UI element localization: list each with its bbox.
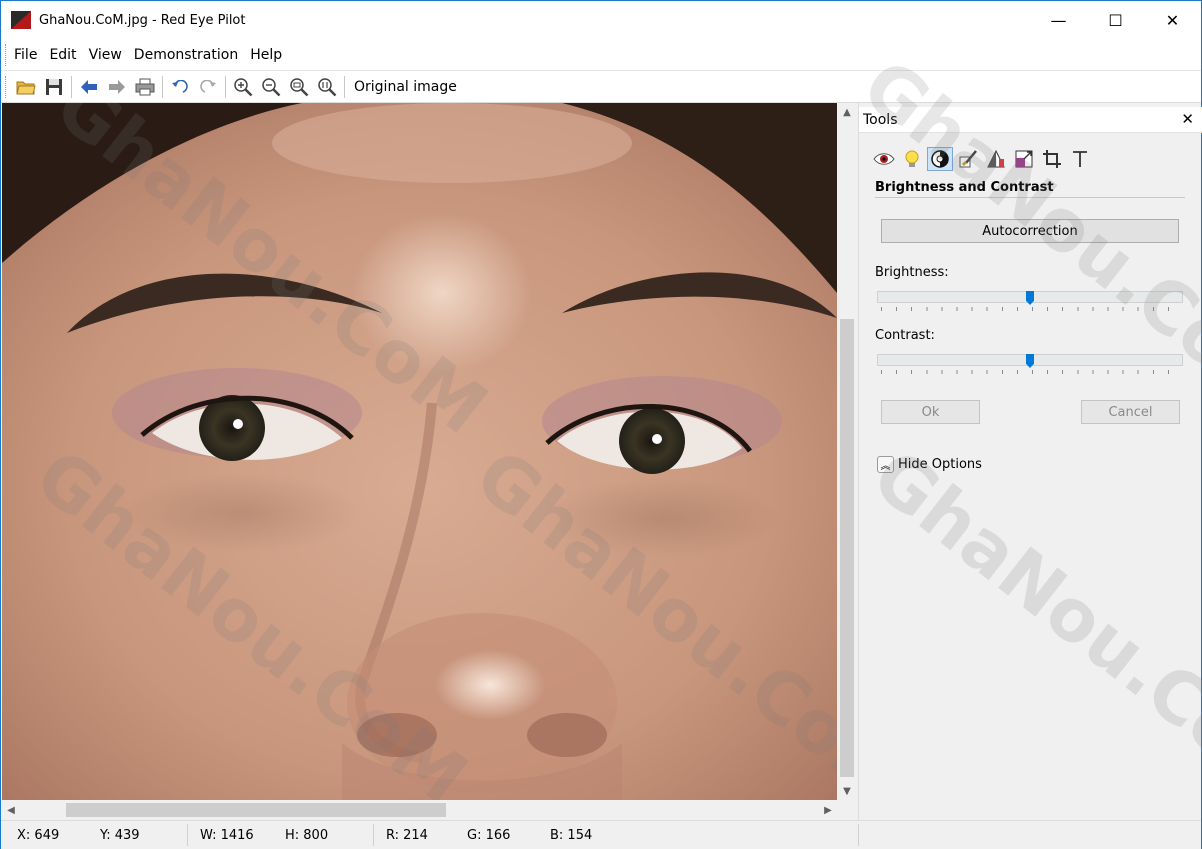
toolbar-separator [344, 75, 345, 98]
tools-panel-header: Tools ✕ [859, 107, 1202, 133]
status-red-value: R: 214 [386, 828, 428, 843]
status-bar: X: 649 Y: 439 W: 1416 H: 800 R: 214 G: 1… [1, 820, 1201, 849]
vertical-scroll-thumb[interactable] [840, 319, 854, 777]
vertical-scrollbar[interactable]: ▲ ▼ [837, 103, 857, 800]
scroll-down-icon[interactable]: ▼ [837, 782, 857, 800]
scrollbar-corner [837, 800, 857, 820]
status-green-value: G: 166 [467, 828, 511, 843]
zoom-in-icon[interactable] [229, 74, 257, 100]
scroll-left-icon[interactable]: ◀ [2, 800, 20, 820]
menu-edit[interactable]: Edit [43, 39, 82, 71]
status-separator [373, 824, 374, 846]
contrast-label: Contrast: [875, 328, 935, 343]
forward-arrow-icon[interactable] [103, 74, 131, 100]
retouch-brush-tool-icon[interactable] [955, 147, 981, 171]
tools-close-icon[interactable]: ✕ [1181, 110, 1194, 128]
toolbar-grip-handle[interactable] [5, 75, 8, 98]
image-canvas[interactable]: GhaNou.CoM GhaNou.CoM GhaNou.CoM [2, 103, 837, 800]
back-arrow-icon[interactable] [75, 74, 103, 100]
toolbar: Original image [1, 71, 1201, 103]
red-eye-pilot-app-icon[interactable] [11, 11, 31, 29]
scroll-up-icon[interactable]: ▲ [837, 103, 857, 121]
toolbar-separator [162, 75, 163, 98]
red-eye-tool-icon[interactable] [871, 147, 897, 171]
tool-icon-row [871, 147, 1093, 171]
contrast-slider[interactable] [877, 350, 1183, 374]
tools-panel: Tools ✕ Brightness and Contrast Autocorr… [847, 43, 1202, 821]
contrast-slider-ticks [881, 370, 1179, 374]
face-photo [2, 103, 837, 800]
app-window: GhaNou.CoM.jpg - Red Eye Pilot — ☐ ✕ Fil… [0, 0, 1202, 849]
status-x-coordinate: X: 649 [17, 828, 60, 843]
minimize-button[interactable]: — [1030, 1, 1087, 39]
ok-button[interactable]: Ok [881, 400, 980, 424]
zoom-out-icon[interactable] [257, 74, 285, 100]
toolbar-separator [71, 75, 72, 98]
brightness-label: Brightness: [875, 265, 949, 280]
hide-options-label: Hide Options [898, 457, 982, 472]
window-controls: — ☐ ✕ [1030, 1, 1201, 39]
chevron-up-icon: ︽ [877, 456, 894, 473]
menu-bar: File Edit View Demonstration Help [1, 39, 1201, 71]
text-tool-icon[interactable] [1067, 147, 1093, 171]
undo-icon[interactable] [166, 74, 194, 100]
zoom-fit-icon[interactable] [285, 74, 313, 100]
status-blue-value: B: 154 [550, 828, 593, 843]
close-button[interactable]: ✕ [1144, 1, 1201, 39]
toolbar-separator [225, 75, 226, 98]
cancel-button[interactable]: Cancel [1081, 400, 1180, 424]
status-y-coordinate: Y: 439 [100, 828, 140, 843]
scroll-right-icon[interactable]: ▶ [819, 800, 837, 820]
resize-tool-icon[interactable] [1011, 147, 1037, 171]
title-bar: GhaNou.CoM.jpg - Red Eye Pilot — ☐ ✕ [1, 1, 1201, 39]
color-tool-icon[interactable] [983, 147, 1009, 171]
brightness-slider-ticks [881, 307, 1179, 311]
status-separator [858, 824, 859, 846]
status-image-height: H: 800 [285, 828, 329, 843]
status-image-width: W: 1416 [200, 828, 254, 843]
hide-options-toggle[interactable]: ︽ Hide Options [877, 456, 982, 473]
tools-panel-title: Tools [863, 111, 898, 128]
horizontal-scroll-thumb[interactable] [66, 803, 446, 817]
horizontal-scrollbar[interactable]: ◀ ▶ [2, 800, 837, 820]
zoom-actual-icon[interactable] [313, 74, 341, 100]
light-bulb-tool-icon[interactable] [899, 147, 925, 171]
menu-help[interactable]: Help [244, 39, 288, 71]
brightness-contrast-tool-icon[interactable] [927, 147, 953, 171]
open-folder-icon[interactable] [12, 74, 40, 100]
menu-file[interactable]: File [8, 39, 43, 71]
window-title: GhaNou.CoM.jpg - Red Eye Pilot [39, 12, 246, 28]
save-icon[interactable] [40, 74, 68, 100]
print-icon[interactable] [131, 74, 159, 100]
original-image-button[interactable]: Original image [348, 79, 463, 95]
brightness-slider[interactable] [877, 287, 1183, 311]
menu-view[interactable]: View [83, 39, 128, 71]
maximize-button[interactable]: ☐ [1087, 1, 1144, 39]
section-title-brightness-contrast: Brightness and Contrast [875, 180, 1185, 198]
redo-icon[interactable] [194, 74, 222, 100]
menu-demonstration[interactable]: Demonstration [128, 39, 244, 71]
status-separator [187, 824, 188, 846]
crop-tool-icon[interactable] [1039, 147, 1065, 171]
autocorrection-button[interactable]: Autocorrection [881, 219, 1179, 243]
watermark-text: GhaNou.CoM [857, 433, 1202, 821]
